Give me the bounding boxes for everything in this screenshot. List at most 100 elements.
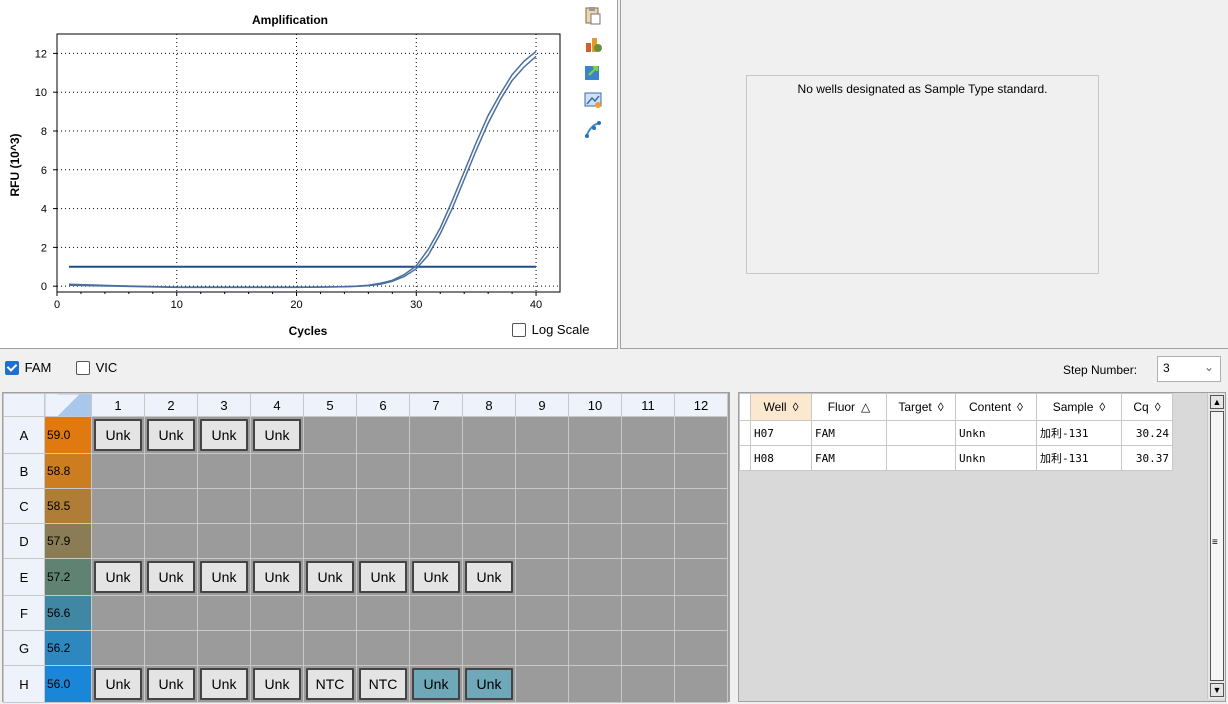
plate-well[interactable]: [621, 558, 675, 596]
plate-well[interactable]: Unk: [144, 416, 198, 454]
plate-well[interactable]: [462, 488, 516, 524]
plate-well[interactable]: NTC: [356, 665, 410, 703]
plate-well[interactable]: [144, 488, 198, 524]
plate-well[interactable]: [674, 630, 728, 666]
plate-well[interactable]: [515, 595, 569, 631]
plate-well[interactable]: [621, 523, 675, 559]
plate-well[interactable]: [303, 523, 357, 559]
plate-well[interactable]: [515, 523, 569, 559]
plate-well[interactable]: [621, 488, 675, 524]
plate-well[interactable]: Unk: [250, 416, 304, 454]
plate-well[interactable]: [568, 595, 622, 631]
plate-well[interactable]: [674, 523, 728, 559]
plate-well[interactable]: [621, 630, 675, 666]
plate-col-header[interactable]: 1: [91, 393, 145, 417]
plate-well[interactable]: Unk: [250, 665, 304, 703]
plate-well[interactable]: [515, 488, 569, 524]
plate-well[interactable]: [250, 488, 304, 524]
plate-well[interactable]: [674, 665, 728, 703]
plate-row-header[interactable]: F: [3, 595, 45, 631]
plate-well[interactable]: [515, 665, 569, 703]
results-col-header[interactable]: Sample ◊: [1036, 393, 1122, 421]
plate-well[interactable]: Unk: [250, 558, 304, 596]
plate-well[interactable]: [144, 453, 198, 489]
plate-well[interactable]: [621, 665, 675, 703]
plate-well[interactable]: [515, 630, 569, 666]
plate-well[interactable]: [462, 416, 516, 454]
plate-well[interactable]: Unk: [197, 558, 251, 596]
plate-well[interactable]: [197, 630, 251, 666]
plate-row-header[interactable]: C: [3, 488, 45, 524]
plate-well[interactable]: [91, 630, 145, 666]
plate-well[interactable]: [91, 595, 145, 631]
plate-col-header[interactable]: 8: [462, 393, 516, 417]
image-icon[interactable]: [583, 90, 603, 110]
plate-well[interactable]: Unk: [303, 558, 357, 596]
plate-well[interactable]: [462, 453, 516, 489]
plate-well[interactable]: [674, 558, 728, 596]
plate-well[interactable]: [462, 523, 516, 559]
plate-col-header[interactable]: 4: [250, 393, 304, 417]
fluor-vic-checkbox[interactable]: [76, 360, 90, 375]
plate-well[interactable]: [568, 416, 622, 454]
plate-well[interactable]: [91, 523, 145, 559]
plate-well[interactable]: [621, 595, 675, 631]
plate-row-header[interactable]: E: [3, 558, 45, 596]
plate-well[interactable]: Unk: [144, 558, 198, 596]
plate-well[interactable]: [197, 595, 251, 631]
plate-well[interactable]: [674, 488, 728, 524]
results-vertical-scrollbar[interactable]: ▲ ≡ ▼: [1207, 393, 1225, 699]
results-col-header[interactable]: Target ◊: [886, 393, 956, 421]
plate-well[interactable]: [303, 488, 357, 524]
plate-well[interactable]: [356, 453, 410, 489]
scroll-up-arrow[interactable]: ▲: [1210, 395, 1224, 409]
plate-well[interactable]: [674, 416, 728, 454]
plate-well[interactable]: [409, 416, 463, 454]
results-row[interactable]: H08 FAM Unkn 加利-131 30.37: [739, 445, 1173, 471]
plate-row-header[interactable]: A: [3, 416, 45, 454]
plate-col-header[interactable]: 7: [409, 393, 463, 417]
plate-col-header[interactable]: 12: [674, 393, 728, 417]
plate-well[interactable]: [356, 595, 410, 631]
plate-well[interactable]: [144, 523, 198, 559]
plate-well[interactable]: Unk: [144, 665, 198, 703]
plate-well[interactable]: [515, 453, 569, 489]
plate-well[interactable]: [197, 523, 251, 559]
curve-icon[interactable]: [583, 120, 603, 140]
plate-well[interactable]: Unk: [409, 665, 463, 703]
plate-col-header[interactable]: 3: [197, 393, 251, 417]
plate-well[interactable]: [568, 523, 622, 559]
plate-well[interactable]: [356, 630, 410, 666]
plate-well[interactable]: [356, 416, 410, 454]
plate-well[interactable]: [250, 523, 304, 559]
plate-row-header[interactable]: B: [3, 453, 45, 489]
plate-well[interactable]: [356, 523, 410, 559]
plate-row-header[interactable]: G: [3, 630, 45, 666]
export-icon[interactable]: [583, 62, 603, 82]
plate-well[interactable]: Unk: [356, 558, 410, 596]
plate-well[interactable]: NTC: [303, 665, 357, 703]
plate-col-header[interactable]: 10: [568, 393, 622, 417]
plate-well[interactable]: [144, 630, 198, 666]
plate-well[interactable]: [250, 630, 304, 666]
plate-well[interactable]: [674, 453, 728, 489]
plate-well[interactable]: [303, 416, 357, 454]
plate-well[interactable]: [462, 595, 516, 631]
step-number-select[interactable]: 3 ⌄: [1157, 356, 1221, 382]
plate-well[interactable]: [91, 488, 145, 524]
chart-settings-icon[interactable]: [583, 34, 603, 54]
plate-well[interactable]: [197, 488, 251, 524]
plate-well[interactable]: Unk: [462, 558, 516, 596]
plate-well[interactable]: [144, 595, 198, 631]
results-col-header[interactable]: Fluor △: [811, 393, 887, 421]
plate-col-header[interactable]: 5: [303, 393, 357, 417]
plate-well[interactable]: [409, 630, 463, 666]
plate-well[interactable]: [409, 595, 463, 631]
plate-well[interactable]: [197, 453, 251, 489]
plate-well[interactable]: [674, 595, 728, 631]
results-col-header[interactable]: Content ◊: [955, 393, 1037, 421]
plate-well[interactable]: Unk: [91, 665, 145, 703]
plate-well[interactable]: [568, 558, 622, 596]
fluor-vic-option[interactable]: VIC: [76, 359, 117, 375]
plate-well[interactable]: [250, 453, 304, 489]
